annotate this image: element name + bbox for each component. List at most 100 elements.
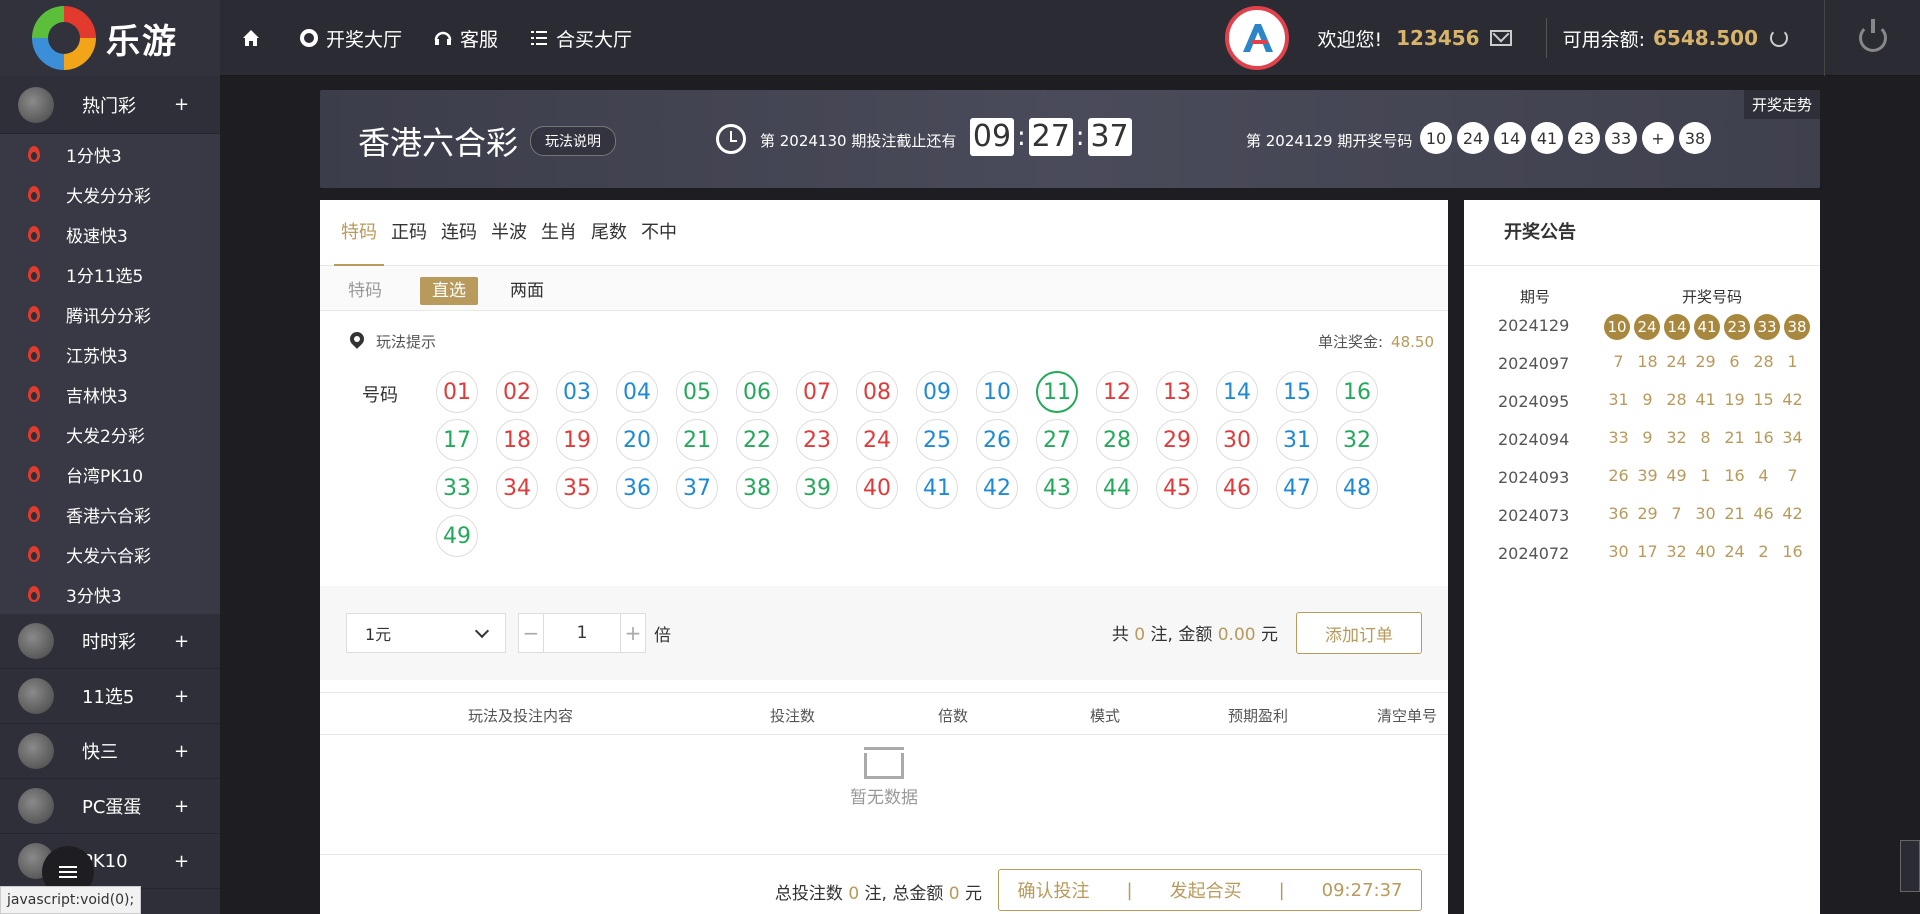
sidebar-item[interactable]: 大发六合彩 — [0, 534, 220, 574]
tab-play-type[interactable]: 特码 — [334, 200, 384, 266]
tab-play-type[interactable]: 连码 — [434, 200, 484, 266]
sidebar-item[interactable]: 极速快3 — [0, 214, 220, 254]
rules-button[interactable]: 玩法说明 — [530, 126, 616, 156]
sidebar-category-hot[interactable]: 热门彩 + — [0, 76, 220, 134]
tab-play-type[interactable]: 生肖 — [534, 200, 584, 266]
sidebar-item[interactable]: 腾讯分分彩 — [0, 294, 220, 334]
logout-button[interactable] — [1824, 0, 1920, 76]
number-ball[interactable]: 15 — [1276, 371, 1318, 413]
expand-icon[interactable]: + — [174, 686, 189, 707]
number-ball[interactable]: 21 — [676, 419, 718, 461]
sidebar-item[interactable]: 吉林快3 — [0, 374, 220, 414]
number-ball[interactable]: 27 — [1036, 419, 1078, 461]
number-ball[interactable]: 01 — [436, 371, 478, 413]
number-ball[interactable]: 49 — [436, 515, 478, 557]
number-ball[interactable]: 48 — [1336, 467, 1378, 509]
number-ball[interactable]: 41 — [916, 467, 958, 509]
sidebar-category[interactable]: 快三 + — [0, 724, 220, 779]
number-ball[interactable]: 09 — [916, 371, 958, 413]
nav-customer-service[interactable]: 客服 — [432, 25, 498, 52]
number-ball[interactable]: 06 — [736, 371, 778, 413]
sidebar-item[interactable]: 1分快3 — [0, 134, 220, 174]
number-ball[interactable]: 46 — [1216, 467, 1258, 509]
tab-play-type[interactable]: 尾数 — [584, 200, 634, 266]
number-ball[interactable]: 03 — [556, 371, 598, 413]
number-ball[interactable]: 35 — [556, 467, 598, 509]
sidebar-category[interactable]: PC蛋蛋 + — [0, 779, 220, 834]
number-ball[interactable]: 28 — [1096, 419, 1138, 461]
sidebar-item[interactable]: 香港六合彩 — [0, 494, 220, 534]
number-ball[interactable]: 40 — [856, 467, 898, 509]
number-ball[interactable]: 31 — [1276, 419, 1318, 461]
unit-select[interactable]: 1元 — [346, 613, 506, 653]
number-ball[interactable]: 07 — [796, 371, 838, 413]
sidebar-category[interactable]: 时时彩 + — [0, 614, 220, 669]
sidebar-item[interactable]: 1分11选5 — [0, 254, 220, 294]
trend-link[interactable]: 开奖走势 — [1743, 90, 1820, 119]
avatar[interactable] — [1225, 6, 1290, 70]
sidebar-item[interactable]: 江苏快3 — [0, 334, 220, 374]
increment-button[interactable]: + — [621, 614, 645, 652]
number-ball[interactable]: 38 — [736, 467, 778, 509]
number-ball[interactable]: 39 — [796, 467, 838, 509]
number-ball[interactable]: 19 — [556, 419, 598, 461]
number-ball[interactable]: 02 — [496, 371, 538, 413]
number-ball[interactable]: 16 — [1336, 371, 1378, 413]
number-ball[interactable]: 36 — [616, 467, 658, 509]
number-ball[interactable]: 20 — [616, 419, 658, 461]
number-ball[interactable]: 11 — [1036, 371, 1078, 413]
number-ball[interactable]: 26 — [976, 419, 1018, 461]
expand-icon[interactable]: + — [174, 851, 189, 872]
logo[interactable]: 乐游 — [0, 0, 220, 76]
number-ball[interactable]: 12 — [1096, 371, 1138, 413]
subtab-play-mode[interactable]: 直选 — [420, 276, 478, 305]
number-ball[interactable]: 25 — [916, 419, 958, 461]
expand-icon[interactable]: + — [174, 94, 189, 115]
number-ball[interactable]: 37 — [676, 467, 718, 509]
number-ball[interactable]: 14 — [1216, 371, 1258, 413]
number-ball[interactable]: 08 — [856, 371, 898, 413]
expand-icon[interactable]: + — [174, 796, 189, 817]
decrement-button[interactable]: − — [519, 614, 543, 652]
number-ball[interactable]: 04 — [616, 371, 658, 413]
expand-icon[interactable]: + — [174, 631, 189, 652]
start-group-buy-button[interactable]: 发起合买 — [1170, 877, 1242, 903]
mail-icon[interactable] — [1489, 30, 1512, 46]
number-ball[interactable]: 22 — [736, 419, 778, 461]
tab-play-type[interactable]: 半波 — [484, 200, 534, 266]
number-ball[interactable]: 43 — [1036, 467, 1078, 509]
number-ball[interactable]: 32 — [1336, 419, 1378, 461]
nav-home[interactable] — [240, 27, 268, 49]
clear-orders-link[interactable]: 清空单号 — [1377, 705, 1437, 726]
nav-group-buy-hall[interactable]: 合买大厅 — [528, 25, 632, 52]
expand-icon[interactable]: + — [174, 741, 189, 762]
subtab-play-mode[interactable]: 两面 — [498, 277, 556, 305]
sidebar-category[interactable]: 11选5 + — [0, 669, 220, 724]
number-ball[interactable]: 45 — [1156, 467, 1198, 509]
nav-lottery-hall[interactable]: 开奖大厅 — [298, 25, 402, 52]
add-order-button[interactable]: 添加订单 — [1296, 612, 1422, 654]
number-ball[interactable]: 24 — [856, 419, 898, 461]
sidebar-category[interactable]: PK10 + — [0, 834, 220, 889]
number-ball[interactable]: 23 — [796, 419, 838, 461]
number-ball[interactable]: 42 — [976, 467, 1018, 509]
play-hint[interactable]: 玩法提示 — [376, 331, 436, 352]
number-ball[interactable]: 10 — [976, 371, 1018, 413]
refresh-icon[interactable] — [1770, 29, 1788, 47]
number-ball[interactable]: 44 — [1096, 467, 1138, 509]
number-ball[interactable]: 47 — [1276, 467, 1318, 509]
number-ball[interactable]: 05 — [676, 371, 718, 413]
number-ball[interactable]: 17 — [436, 419, 478, 461]
sidebar-item[interactable]: 台湾PK10 — [0, 454, 220, 494]
number-ball[interactable]: 30 — [1216, 419, 1258, 461]
sidebar-item[interactable]: 3分快3 — [0, 574, 220, 614]
tab-play-type[interactable]: 正码 — [384, 200, 434, 266]
scrollbar-handle[interactable] — [1900, 840, 1920, 892]
number-ball[interactable]: 18 — [496, 419, 538, 461]
number-ball[interactable]: 34 — [496, 467, 538, 509]
confirm-bet-button[interactable]: 确认投注 — [1018, 877, 1090, 903]
number-ball[interactable]: 33 — [436, 467, 478, 509]
multiplier-input[interactable]: 1 — [543, 614, 621, 652]
number-ball[interactable]: 13 — [1156, 371, 1198, 413]
sidebar-item[interactable]: 大发2分彩 — [0, 414, 220, 454]
